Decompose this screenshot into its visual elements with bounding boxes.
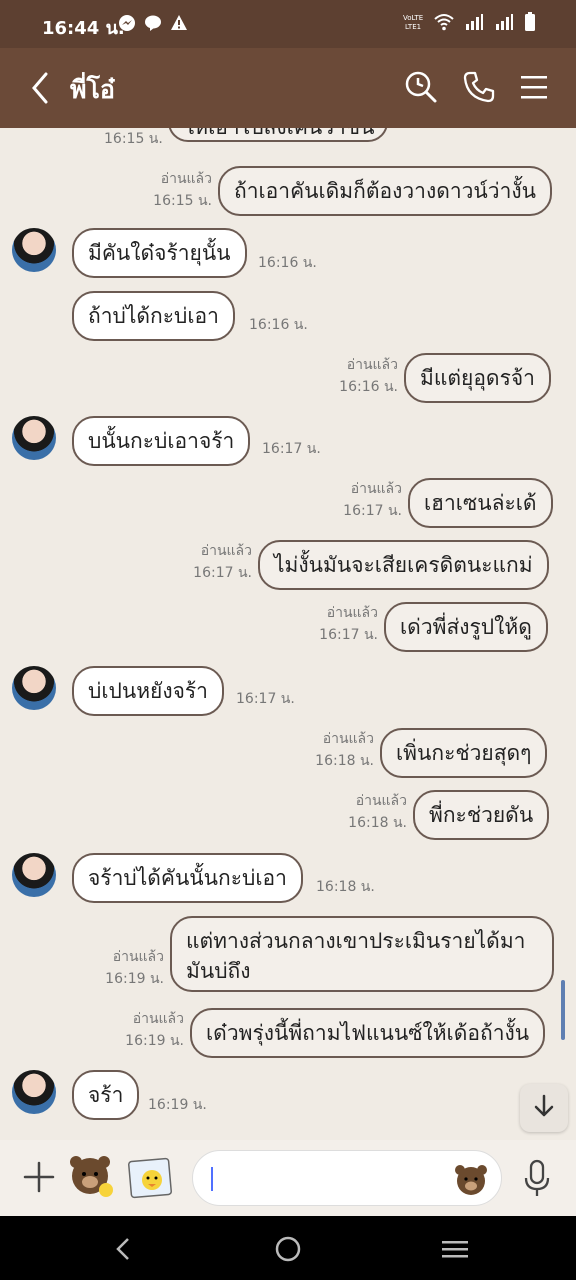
scroll-down-icon bbox=[531, 1093, 557, 1123]
nav-back-icon[interactable] bbox=[108, 1234, 138, 1264]
svg-text:VoLTE: VoLTE bbox=[403, 14, 423, 22]
avatar[interactable] bbox=[12, 228, 56, 272]
message-time: 16:16 น. bbox=[258, 255, 317, 271]
line-app-icon bbox=[144, 14, 162, 32]
read-receipt: อ่านแล้ว bbox=[355, 793, 407, 809]
read-receipt: อ่านแล้ว bbox=[326, 605, 378, 621]
avatar[interactable] bbox=[12, 1070, 56, 1114]
message-bubble-in[interactable]: บนั้นกะบ่เอาจร้า bbox=[72, 416, 251, 466]
volte-icon: VoLTE LTE1 bbox=[402, 12, 424, 36]
nav-home-icon[interactable] bbox=[273, 1234, 303, 1264]
message-bubble-out[interactable]: เพิ่นกะช่วยสุดๆ bbox=[380, 728, 548, 778]
signal-2-icon bbox=[494, 13, 514, 35]
read-receipt: อ่านแล้ว bbox=[160, 171, 212, 187]
sticker-icon[interactable] bbox=[66, 1152, 116, 1202]
read-receipt: อ่านแล้ว bbox=[346, 357, 398, 373]
message-bubble-partial[interactable]: ให้เอาไปส่งเค้นว่าขัน bbox=[168, 128, 388, 142]
message-time: 16:19 น. bbox=[105, 971, 164, 987]
read-receipt: อ่านแล้ว bbox=[350, 481, 402, 497]
photo-icon[interactable] bbox=[128, 1156, 174, 1200]
message-bubble-out[interactable]: เฮาเซนล่ะเด้ bbox=[408, 478, 553, 528]
avatar[interactable] bbox=[12, 853, 56, 897]
system-nav-bar bbox=[0, 1216, 576, 1280]
message-time: 16:17 น. bbox=[236, 691, 295, 707]
warning-icon bbox=[170, 14, 188, 32]
scroll-down-button[interactable] bbox=[520, 1084, 568, 1132]
nav-recents-icon[interactable] bbox=[440, 1234, 470, 1264]
message-time: 16:18 น. bbox=[316, 879, 375, 895]
message-bubble-in[interactable]: จร้าบ่ได้คันนั้นกะบ่เอา bbox=[72, 853, 303, 903]
search-clock-icon[interactable] bbox=[404, 70, 438, 104]
message-time: 16:15 น. bbox=[104, 131, 163, 147]
message-time: 16:16 น. bbox=[339, 379, 398, 395]
message-bubble-in[interactable]: มีคันใด๋จร้ายุนั้น bbox=[72, 228, 247, 278]
message-input[interactable] bbox=[192, 1150, 502, 1206]
message-time: 16:17 น. bbox=[343, 503, 402, 519]
message-bubble-out[interactable]: มีแต่ยุอุดรจ้า bbox=[404, 353, 551, 403]
back-icon[interactable] bbox=[26, 70, 56, 106]
plus-icon[interactable] bbox=[22, 1160, 56, 1194]
signal-icon bbox=[464, 13, 484, 35]
message-time: 16:18 น. bbox=[315, 753, 374, 769]
mic-icon[interactable] bbox=[522, 1158, 552, 1198]
message-time: 16:18 น. bbox=[348, 815, 407, 831]
text-caret bbox=[211, 1167, 213, 1191]
message-bubble-out[interactable]: แต่ทางส่วนกลางเขาประเมินรายได้มา มันบ่ถึ… bbox=[170, 916, 554, 992]
message-bubble-out[interactable]: ถ้าเอาคันเดิมก็ต้องวางดาวน์ว่างั้น bbox=[218, 166, 552, 216]
message-time: 16:15 น. bbox=[153, 193, 212, 209]
message-bubble-out[interactable]: เด่วพี่ส่งรูปให้ดู bbox=[384, 602, 548, 652]
phone-icon[interactable] bbox=[462, 70, 496, 104]
read-receipt: อ่านแล้ว bbox=[322, 731, 374, 747]
emoji-icon[interactable] bbox=[453, 1162, 489, 1196]
messenger-icon bbox=[118, 14, 136, 32]
chat-area[interactable]: ให้เอาไปส่งเค้นว่าขัน 16:15 น. อ่านแล้ว … bbox=[0, 128, 576, 1140]
message-time: 16:16 น. bbox=[249, 317, 308, 333]
message-time: 16:17 น. bbox=[262, 441, 321, 457]
message-time: 16:17 น. bbox=[193, 565, 252, 581]
battery-icon bbox=[524, 12, 536, 36]
chat-title: พี่โอ๋ bbox=[70, 75, 115, 104]
message-bubble-out[interactable]: เด๋วพรุ่งนี้พี่ถามไฟแนนซ์ให้เด้อถ้างั้น bbox=[190, 1008, 546, 1058]
scrollbar[interactable] bbox=[561, 980, 565, 1040]
wifi-icon bbox=[434, 13, 454, 35]
status-bar: 16:44 น. VoLTE LTE1 bbox=[0, 0, 576, 48]
svg-text:LTE1: LTE1 bbox=[405, 23, 421, 31]
message-time: 16:19 น. bbox=[125, 1033, 184, 1049]
message-bubble-in[interactable]: ถ้าบ่ได้กะบ่เอา bbox=[72, 291, 235, 341]
message-text-field[interactable] bbox=[211, 1165, 451, 1193]
message-bubble-out[interactable]: ไม่งั้นมันจะเสียเครดิตนะแกม่ bbox=[258, 540, 549, 590]
message-input-bar bbox=[0, 1140, 576, 1216]
avatar[interactable] bbox=[12, 666, 56, 710]
read-receipt: อ่านแล้ว bbox=[132, 1011, 184, 1027]
menu-icon[interactable] bbox=[518, 70, 552, 104]
message-bubble-in[interactable]: จร้า bbox=[72, 1070, 140, 1120]
message-bubble-in[interactable]: บ่เปนหยังจร้า bbox=[72, 666, 224, 716]
message-time: 16:19 น. bbox=[148, 1097, 207, 1113]
chat-header: พี่โอ๋ bbox=[0, 48, 576, 128]
message-bubble-out[interactable]: พี่กะช่วยดัน bbox=[413, 790, 550, 840]
message-time: 16:17 น. bbox=[319, 627, 378, 643]
read-receipt: อ่านแล้ว bbox=[112, 949, 164, 965]
status-time: 16:44 น. bbox=[42, 18, 125, 39]
read-receipt: อ่านแล้ว bbox=[200, 543, 252, 559]
avatar[interactable] bbox=[12, 416, 56, 460]
